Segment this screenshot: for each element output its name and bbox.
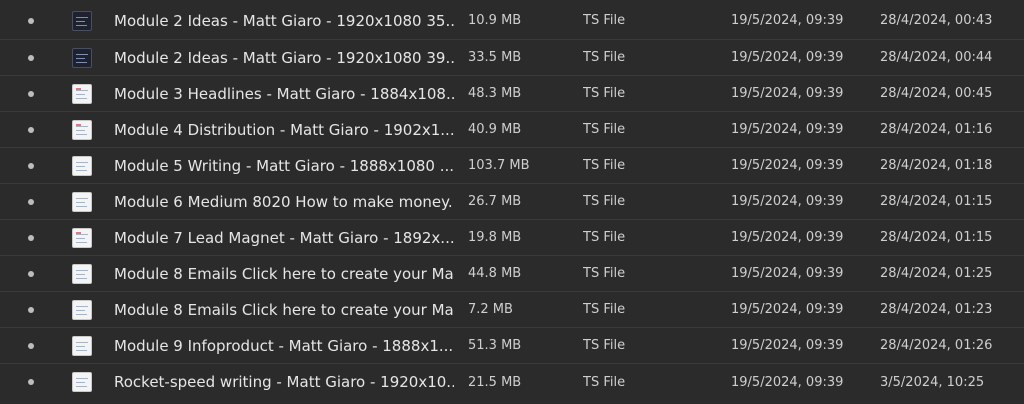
file-name: Module 3 Headlines - Matt Giaro - 1884x1… <box>114 84 454 103</box>
file-row[interactable]: Module 8 Emails Click here to create you… <box>0 292 1024 328</box>
file-row[interactable]: Module 5 Writing - Matt Giaro - 1888x108… <box>0 148 1024 184</box>
video-thumbnail-icon <box>72 119 92 140</box>
date-created: 28/4/2024, 01:23 <box>880 302 993 317</box>
date-created: 28/4/2024, 01:25 <box>880 266 993 281</box>
file-row[interactable]: Module 8 Emails Click here to create you… <box>0 256 1024 292</box>
bullet-icon <box>28 90 34 97</box>
video-thumbnail-icon <box>72 83 92 104</box>
file-size: 10.9 MB <box>468 13 522 28</box>
file-name: Module 7 Lead Magnet - Matt Giaro - 1892… <box>114 228 454 247</box>
bullet-icon <box>28 162 34 169</box>
date-created: 28/4/2024, 01:16 <box>880 122 993 137</box>
file-type: TS File <box>583 230 626 245</box>
date-modified: 19/5/2024, 09:39 <box>731 158 844 173</box>
file-row[interactable]: Module 2 Ideas - Matt Giaro - 1920x1080 … <box>0 2 1024 40</box>
file-size: 40.9 MB <box>468 122 522 137</box>
file-row[interactable]: Rocket-speed writing - Matt Giaro - 1920… <box>0 364 1024 400</box>
file-size: 103.7 MB <box>468 158 530 173</box>
date-modified: 19/5/2024, 09:39 <box>731 266 844 281</box>
file-size: 19.8 MB <box>468 230 522 245</box>
file-name: Module 8 Emails Click here to create you… <box>114 300 454 319</box>
date-created: 28/4/2024, 00:44 <box>880 50 993 65</box>
file-list: Module 2 Ideas - Matt Giaro - 1920x1080 … <box>0 0 1024 404</box>
date-modified: 19/5/2024, 09:39 <box>731 50 844 65</box>
file-type: TS File <box>583 374 626 390</box>
video-thumbnail-icon <box>72 47 92 68</box>
file-type: TS File <box>583 50 626 65</box>
video-thumbnail-icon <box>72 299 92 320</box>
file-type: TS File <box>583 122 626 137</box>
file-size: 33.5 MB <box>468 50 522 65</box>
video-thumbnail-icon <box>72 335 92 356</box>
date-modified: 19/5/2024, 09:39 <box>731 122 844 137</box>
bullet-icon <box>28 54 34 61</box>
file-type: TS File <box>583 158 626 173</box>
date-created: 28/4/2024, 01:26 <box>880 338 993 353</box>
file-row[interactable]: Module 4 Distribution - Matt Giaro - 190… <box>0 112 1024 148</box>
file-row[interactable]: Module 2 Ideas - Matt Giaro - 1920x1080 … <box>0 40 1024 76</box>
date-created: 28/4/2024, 01:15 <box>880 194 993 209</box>
bullet-icon <box>28 379 34 385</box>
bullet-icon <box>28 306 34 313</box>
date-created: 28/4/2024, 01:15 <box>880 230 993 245</box>
file-name: Module 2 Ideas - Matt Giaro - 1920x1080 … <box>114 48 454 67</box>
date-modified: 19/5/2024, 09:39 <box>731 302 844 317</box>
date-modified: 19/5/2024, 09:39 <box>731 374 844 390</box>
bullet-icon <box>28 342 34 349</box>
file-row[interactable]: Module 6 Medium 8020 How to make money..… <box>0 184 1024 220</box>
video-thumbnail-icon <box>72 227 92 248</box>
file-name: Module 9 Infoproduct - Matt Giaro - 1888… <box>114 336 454 355</box>
file-type: TS File <box>583 194 626 209</box>
bullet-icon <box>28 126 34 133</box>
file-type: TS File <box>583 86 626 101</box>
date-modified: 19/5/2024, 09:39 <box>731 86 844 101</box>
date-modified: 19/5/2024, 09:39 <box>731 230 844 245</box>
video-thumbnail-icon <box>72 10 92 31</box>
date-created: 28/4/2024, 00:45 <box>880 86 993 101</box>
video-thumbnail-icon <box>72 372 92 392</box>
file-name: Module 4 Distribution - Matt Giaro - 190… <box>114 120 454 139</box>
file-type: TS File <box>583 338 626 353</box>
file-name: Module 8 Emails Click here to create you… <box>114 264 454 283</box>
date-created: 28/4/2024, 00:43 <box>880 13 993 28</box>
file-name: Module 6 Medium 8020 How to make money..… <box>114 192 454 211</box>
file-name: Module 5 Writing - Matt Giaro - 1888x108… <box>114 156 454 175</box>
file-size: 21.5 MB <box>468 374 522 390</box>
date-created: 28/4/2024, 01:18 <box>880 158 993 173</box>
date-created: 3/5/2024, 10:25 <box>880 374 985 390</box>
bullet-icon <box>28 198 34 205</box>
bullet-icon <box>28 270 34 277</box>
date-modified: 19/5/2024, 09:39 <box>731 13 844 28</box>
bullet-icon <box>28 234 34 241</box>
file-type: TS File <box>583 13 626 28</box>
file-row[interactable]: Module 7 Lead Magnet - Matt Giaro - 1892… <box>0 220 1024 256</box>
file-type: TS File <box>583 266 626 281</box>
video-thumbnail-icon <box>72 155 92 176</box>
file-type: TS File <box>583 302 626 317</box>
date-modified: 19/5/2024, 09:39 <box>731 338 844 353</box>
file-name: Module 2 Ideas - Matt Giaro - 1920x1080 … <box>114 11 454 30</box>
date-modified: 19/5/2024, 09:39 <box>731 194 844 209</box>
file-size: 51.3 MB <box>468 338 522 353</box>
file-size: 7.2 MB <box>468 302 513 317</box>
bullet-icon <box>28 17 34 24</box>
file-row[interactable]: Module 9 Infoproduct - Matt Giaro - 1888… <box>0 328 1024 364</box>
video-thumbnail-icon <box>72 263 92 284</box>
video-thumbnail-icon <box>72 191 92 212</box>
file-name: Rocket-speed writing - Matt Giaro - 1920… <box>114 373 454 391</box>
file-size: 48.3 MB <box>468 86 522 101</box>
file-size: 26.7 MB <box>468 194 522 209</box>
file-row[interactable]: Module 3 Headlines - Matt Giaro - 1884x1… <box>0 76 1024 112</box>
file-size: 44.8 MB <box>468 266 522 281</box>
